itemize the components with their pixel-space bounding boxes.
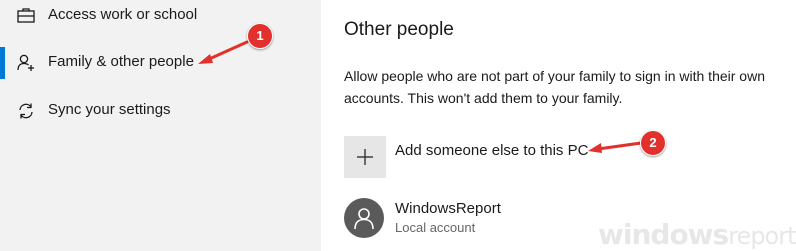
- callout-arrows: [198, 40, 643, 153]
- watermark-logo: windowsreport: [598, 218, 796, 251]
- callout-arrow-1: [198, 40, 249, 64]
- watermark-suffix: report: [728, 222, 796, 250]
- watermark-brand: windows: [598, 218, 729, 251]
- callout-badge-1: 1: [247, 23, 273, 49]
- callout-arrow-2: [588, 141, 643, 153]
- callout-badge-2: 2: [640, 130, 666, 156]
